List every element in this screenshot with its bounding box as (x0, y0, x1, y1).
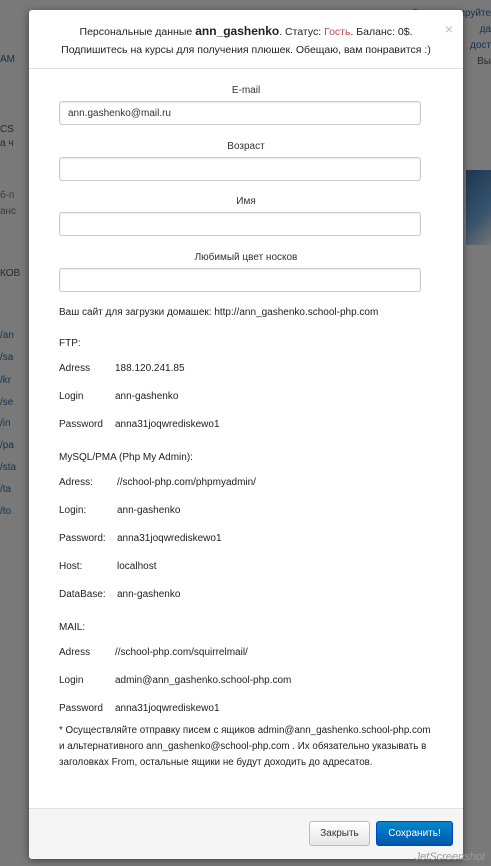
mail-login-value: admin@ann_gashenko.school-php.com (115, 675, 292, 686)
mail-login-label: Login (59, 675, 84, 686)
modal-header: Персональные данные ann_gashenko. Статус… (29, 10, 463, 69)
save-button[interactable]: Сохранить! (376, 821, 453, 846)
homework-site-text: Ваш сайт для загрузки домашек: http://an… (59, 307, 379, 318)
mysql-database-value: ann-gashenko (117, 589, 181, 600)
close-icon[interactable]: × (445, 21, 453, 37)
mysql-host-value: localhost (117, 561, 157, 572)
mail-adress-value: //school-php.com/squirrelmail/ (115, 647, 248, 658)
status-value: Гость (324, 26, 351, 38)
mysql-title: MySQL/PMA (Php My Admin): (59, 452, 193, 463)
name-field[interactable] (59, 212, 421, 236)
mysql-login-value: ann-gashenko (117, 505, 181, 516)
mysql-host-label: Host: (59, 561, 83, 572)
ftp-adress-value: 188.120.241.85 (115, 363, 185, 374)
age-label: Возраст (227, 141, 265, 152)
close-button[interactable]: Закрыть (309, 821, 370, 846)
mail-note: * Осуществляйте отправку писем с ящиков … (59, 725, 431, 768)
username: ann_gashenko (195, 24, 280, 38)
mysql-adress-value: //school-php.com/phpmyadmin/ (117, 477, 256, 488)
status-label: . Статус: (279, 26, 322, 38)
mysql-login-label: Login: (59, 505, 87, 516)
mail-title: MAIL: (59, 622, 86, 633)
watermark: JetScreenshot (414, 851, 485, 863)
modal-footer: Закрыть Сохранить! (29, 808, 463, 859)
socks-color-field[interactable] (59, 268, 421, 292)
name-label: Имя (236, 196, 256, 207)
ftp-title: FTP: (59, 338, 81, 349)
ftp-password-value: anna31joqwrediskewo1 (115, 419, 220, 430)
mail-password-label: Password (59, 703, 103, 714)
personal-data-modal: Персональные данные ann_gashenko. Статус… (29, 10, 463, 859)
socks-color-label: Любимый цвет носков (194, 252, 298, 263)
mysql-adress-label: Adress: (59, 477, 93, 488)
balance-text: . Баланс: 0$. (350, 26, 413, 38)
header-subtitle: Подпишитесь на курсы для получения плюше… (61, 44, 431, 56)
header-prefix: Персональные данные (79, 26, 193, 38)
mysql-password-value: anna31joqwrediskewo1 (117, 533, 222, 544)
email-field[interactable] (59, 101, 421, 125)
ftp-login-value: ann-gashenko (115, 391, 179, 402)
mail-password-value: anna31joqwrediskewo1 (115, 703, 220, 714)
mail-adress-label: Adress (59, 647, 91, 658)
mysql-password-label: Password: (59, 533, 106, 544)
ftp-adress-label: Adress (59, 363, 91, 374)
ftp-password-label: Password (59, 419, 103, 430)
mysql-database-label: DataBase: (59, 589, 106, 600)
header-title: Персональные данные ann_gashenko. Статус… (29, 24, 463, 38)
email-label: E-mail (231, 85, 261, 96)
ftp-login-label: Login (59, 391, 84, 402)
age-field[interactable] (59, 157, 421, 181)
